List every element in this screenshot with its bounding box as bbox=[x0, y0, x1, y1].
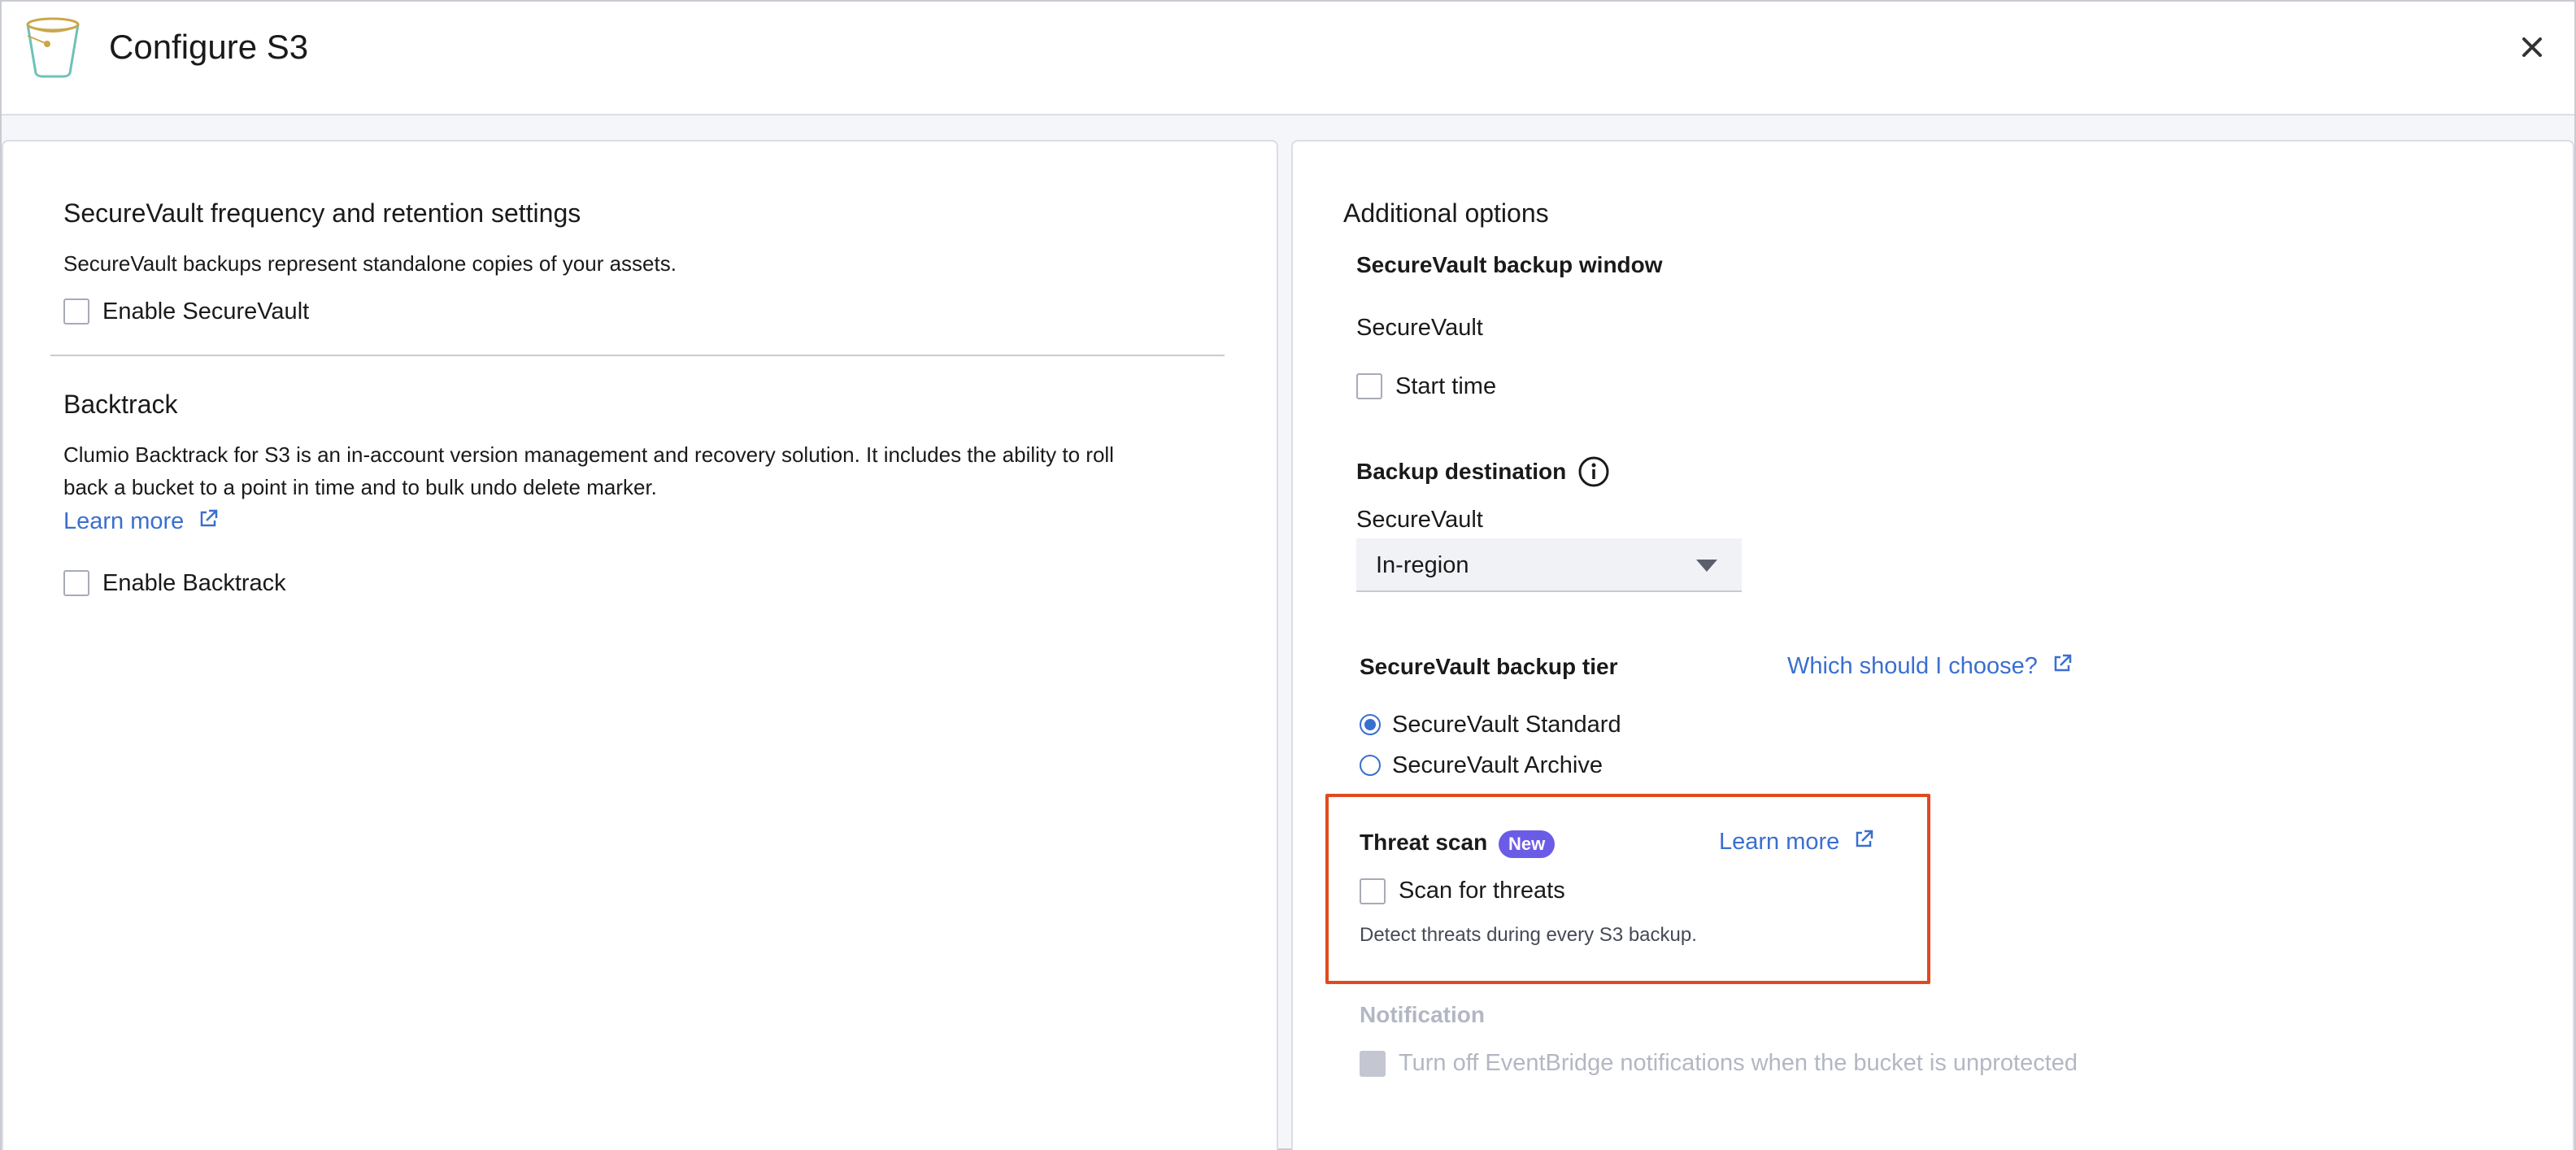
enable-securevault-checkbox[interactable] bbox=[63, 298, 89, 325]
backup-window-heading: SecureVault backup window bbox=[1356, 252, 1663, 277]
new-badge: New bbox=[1498, 830, 1556, 858]
modal-header: Configure S3 bbox=[2, 2, 2574, 115]
left-panel bbox=[2, 140, 1278, 1150]
backup-tier-heading: SecureVault backup tier bbox=[1360, 654, 1618, 679]
enable-backtrack-label: Enable Backtrack bbox=[102, 570, 286, 596]
external-link-icon bbox=[2054, 654, 2072, 672]
external-link-icon bbox=[201, 509, 218, 527]
chevron-down-icon bbox=[1696, 560, 1717, 572]
enable-securevault-label: Enable SecureVault bbox=[102, 298, 310, 325]
threat-scan-hint: Detect threats during every S3 backup. bbox=[1360, 924, 1697, 946]
eventbridge-notification-checkbox[interactable] bbox=[1360, 1051, 1386, 1077]
backup-destination-heading: Backup destination bbox=[1356, 459, 1567, 484]
backtrack-description-line2: back a bucket to a point in time and to … bbox=[63, 475, 657, 499]
enable-backtrack-checkbox[interactable] bbox=[63, 570, 89, 596]
securevault-description: SecureVault backups represent standalone… bbox=[63, 251, 677, 276]
threat-scan-heading: Threat scan bbox=[1360, 830, 1488, 855]
backup-destination-select[interactable]: In-region bbox=[1356, 538, 1742, 592]
threat-scan-learn-more-link[interactable]: Learn more bbox=[1719, 826, 1875, 857]
eventbridge-notification-label: Turn off EventBridge notifications when … bbox=[1399, 1050, 2078, 1076]
page-title: Configure S3 bbox=[109, 28, 309, 66]
scan-for-threats-checkbox[interactable] bbox=[1360, 878, 1386, 904]
close-icon[interactable] bbox=[2514, 29, 2550, 65]
tier-archive-radio[interactable] bbox=[1360, 755, 1381, 776]
backup-window-sublabel: SecureVault bbox=[1356, 315, 1483, 341]
start-time-checkbox[interactable] bbox=[1356, 373, 1382, 399]
tier-archive-label: SecureVault Archive bbox=[1392, 752, 1603, 778]
scan-for-threats-label: Scan for threats bbox=[1399, 878, 1565, 904]
which-should-i-choose-label: Which should I choose? bbox=[1787, 653, 2038, 679]
external-link-icon bbox=[1856, 830, 1873, 847]
tier-standard-label: SecureVault Standard bbox=[1392, 712, 1621, 738]
tier-standard-radio[interactable] bbox=[1360, 714, 1381, 735]
backup-destination-value: In-region bbox=[1376, 552, 1469, 578]
threat-scan-heading-row: Threat scan New bbox=[1360, 828, 1556, 858]
backtrack-learn-more-link[interactable]: Learn more bbox=[63, 506, 220, 537]
bucket-icon bbox=[26, 17, 80, 78]
threat-scan-learn-more-label: Learn more bbox=[1719, 829, 1840, 855]
additional-options-heading: Additional options bbox=[1343, 198, 1549, 228]
backtrack-heading: Backtrack bbox=[63, 390, 178, 419]
learn-more-label: Learn more bbox=[63, 508, 185, 534]
notification-heading: Notification bbox=[1360, 1002, 1485, 1027]
right-panel bbox=[1291, 140, 2574, 1150]
backtrack-description-line1: Clumio Backtrack for S3 is an in-account… bbox=[63, 442, 1114, 467]
securevault-heading: SecureVault frequency and retention sett… bbox=[63, 198, 581, 228]
which-should-i-choose-link[interactable]: Which should I choose? bbox=[1787, 651, 2073, 682]
backup-destination-sublabel: SecureVault bbox=[1356, 507, 1483, 533]
start-time-label: Start time bbox=[1395, 373, 1497, 399]
modal-window: Configure S3 SecureVault frequency and r… bbox=[0, 0, 2576, 1150]
info-icon[interactable] bbox=[1577, 455, 1610, 488]
section-divider bbox=[50, 355, 1225, 356]
